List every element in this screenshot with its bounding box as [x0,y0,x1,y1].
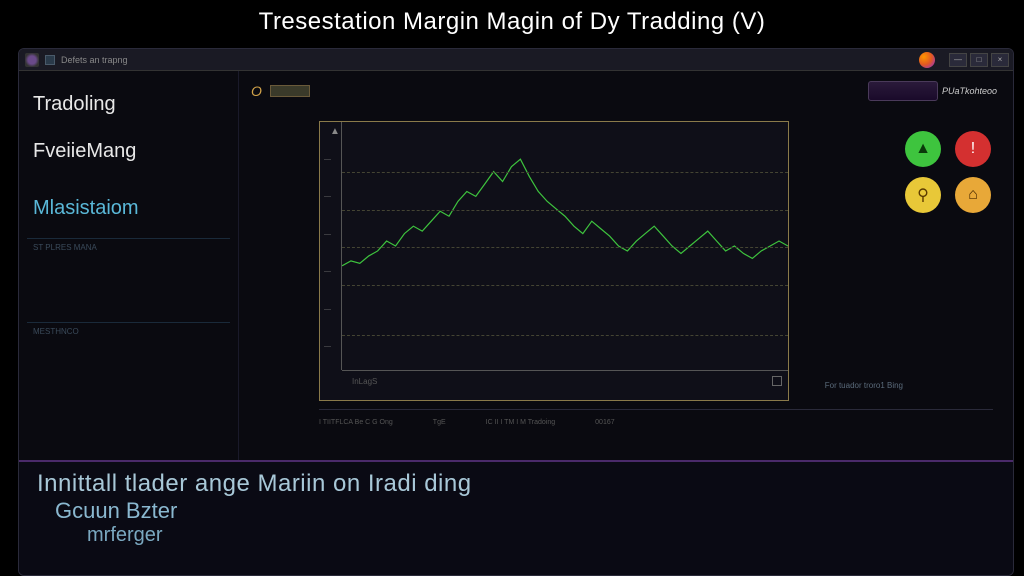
axis-footer: I TIITFLCA Be C G Ong TgE IC II I TM I M… [319,409,993,431]
chart-plot [342,122,788,370]
footer-seg-2: TgE [433,419,446,426]
alert-indicator[interactable]: ! [955,131,991,167]
bottom-line-1: Innittall tlader ange Mariin on Iradi di… [37,470,995,498]
footer-seg-3: IC II I TM I M Tradoing [486,419,556,426]
up-indicator[interactable]: ▲ [905,131,941,167]
grid-line [342,335,788,336]
sidebar-faint-1: ST PLRES MANA [27,238,230,256]
grid-line [342,172,788,173]
mode-label: PUaTkohteoo [942,86,997,96]
app-window: Defets an trapng — □ × TradolingFveiieMa… [18,48,1014,576]
y-axis: ▲ — — — — — — [320,122,342,370]
y-tick: — [324,306,331,313]
indicator-column: ▲! ⚲ ⌂ [905,131,995,213]
warn-indicator[interactable]: ⚲ [905,177,941,213]
grid-line [342,285,788,286]
y-axis-arrow-icon: ▲ [330,126,340,137]
y-tick: — [324,193,331,200]
x-axis-handle[interactable] [772,376,782,386]
y-tick: — [324,343,331,350]
bottom-panel: Innittall tlader ange Mariin on Iradi di… [19,460,1013,575]
sidebar-item-2[interactable]: Mlasistaiom [27,185,230,232]
mode-selector[interactable] [868,81,938,101]
sidebar-item-0[interactable]: Tradoling [27,81,230,128]
strip-label: O [245,83,262,99]
strip-selector[interactable] [270,85,310,97]
sidebar-item-1[interactable]: FveiieMang [27,128,230,175]
bottom-line-3: mrferger [37,524,995,547]
titlebar-label: Defets an trapng [61,55,128,65]
footer-seg-4: 00167 [595,419,614,426]
grid-line [342,247,788,248]
footer-seg-1: I TIITFLCA Be C G Ong [319,419,393,426]
chart-hint: For tuador troro1 Bing [825,381,903,390]
top-strip: O PUaTkohteoo [245,77,1007,105]
close-button[interactable]: × [991,53,1009,67]
lock-indicator[interactable]: ⌂ [955,177,991,213]
app-icon [25,53,39,67]
titlebar-mini-icon [45,55,55,65]
maximize-button[interactable]: □ [970,53,988,67]
titlebar: Defets an trapng — □ × [19,49,1013,71]
x-axis-label: InLagS [352,377,377,386]
minimize-button[interactable]: — [949,53,967,67]
y-tick: — [324,268,331,275]
grid-line [342,210,788,211]
price-series [342,159,788,266]
y-tick: — [324,231,331,238]
sidebar-faint-2: MESTHNCO [27,322,230,340]
x-axis: InLagS [342,370,788,400]
price-chart[interactable]: ▲ — — — — — — InLagS [319,121,789,401]
page-title: Tresestation Margin Magin of Dy Tradding… [0,0,1024,40]
bottom-line-2: Gcuun Bzter [37,498,995,524]
browser-icon [919,52,935,68]
y-tick: — [324,156,331,163]
